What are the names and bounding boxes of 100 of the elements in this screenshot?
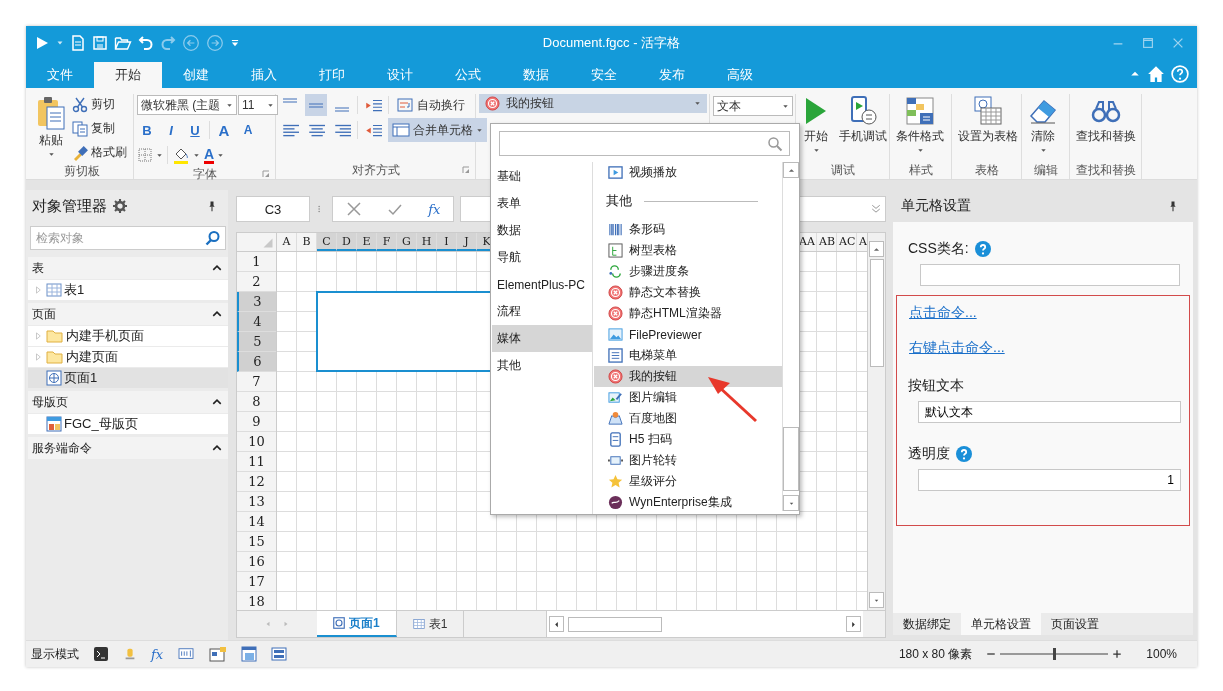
cell-type-item[interactable]: 图片轮转	[594, 450, 782, 471]
cell-type-item[interactable]: 星级评分	[594, 471, 782, 492]
category-item[interactable]: 基础	[492, 163, 592, 190]
text-type-select[interactable]: 文本	[713, 96, 793, 116]
mobile-debug-button[interactable]: 手机调试	[836, 94, 890, 161]
font-family-select[interactable]: 微软雅黑 (主题	[137, 95, 237, 115]
new-document-icon[interactable]	[70, 35, 86, 51]
tree-item[interactable]: 内建页面	[28, 347, 228, 367]
category-item[interactable]: 表单	[492, 190, 592, 217]
text-field[interactable]: 默认文本	[918, 401, 1181, 423]
conditional-format-button[interactable]: 条件格式	[893, 94, 947, 161]
previous-icon[interactable]	[265, 620, 271, 628]
cell-type-item[interactable]: FilePreviewer	[594, 324, 782, 345]
grow-font-button[interactable]: A	[214, 121, 234, 139]
panel-tab[interactable]: 数据绑定	[893, 613, 961, 635]
category-item[interactable]: ElementPlus-PC	[492, 271, 592, 298]
close-icon[interactable]	[1171, 36, 1185, 50]
section-header[interactable]: 页面	[28, 303, 228, 325]
border-button[interactable]	[137, 147, 163, 163]
cell-type-item[interactable]: H5 扫码	[594, 429, 782, 450]
run-button[interactable]: 开始	[799, 94, 833, 161]
window-icon[interactable]	[241, 646, 258, 662]
paste-button[interactable]: 粘贴	[33, 94, 69, 163]
fill-color-button[interactable]	[172, 146, 200, 164]
lamp-icon[interactable]	[123, 646, 137, 662]
panel-tab[interactable]: 单元格设置	[961, 613, 1041, 635]
clear-button[interactable]: 清除	[1025, 94, 1061, 161]
find-replace-button[interactable]: 查找和替换	[1073, 94, 1139, 161]
scroll-up-button[interactable]	[783, 162, 799, 178]
category-item[interactable]: 其他	[492, 352, 592, 379]
cell-type-item[interactable]: 视频播放	[594, 162, 782, 183]
customize-icon[interactable]	[230, 37, 240, 49]
bold-button[interactable]: B	[137, 122, 157, 138]
section-header[interactable]: 母版页	[28, 391, 228, 413]
cell-type-item[interactable]: 电梯菜单	[594, 345, 782, 366]
cell-type-item[interactable]: 我的按钮	[594, 366, 782, 387]
right-click-command-link[interactable]: 右键点击命令...	[909, 339, 1005, 357]
cut-button[interactable]: 剪切	[72, 94, 127, 115]
number-field[interactable]: 1	[918, 469, 1181, 491]
panel-tab[interactable]: 页面设置	[1041, 613, 1109, 635]
list-icon[interactable]	[271, 646, 288, 662]
cell-type-item[interactable]: 树型表格	[594, 240, 782, 261]
save-icon[interactable]	[92, 35, 108, 51]
tree-item[interactable]: FGC_母版页	[28, 414, 228, 434]
cell-type-item[interactable]: 百度地图	[594, 408, 782, 429]
scrollbar-thumb[interactable]	[783, 427, 799, 491]
text-field-icon[interactable]	[177, 647, 196, 661]
italic-button[interactable]: I	[161, 122, 181, 138]
search-field[interactable]	[499, 131, 790, 156]
wrap-text-button[interactable]: 自动换行	[393, 94, 468, 116]
cell-type-item[interactable]: WynEnterprise集成	[594, 492, 782, 513]
back-icon[interactable]	[182, 34, 200, 52]
help-icon[interactable]	[956, 446, 972, 462]
category-item[interactable]: 媒体	[492, 325, 592, 352]
cell-type-item[interactable]: 静态文本替换	[594, 282, 782, 303]
help-icon[interactable]	[974, 241, 991, 257]
forward-icon[interactable]	[206, 34, 224, 52]
font-color-button[interactable]: A	[204, 146, 225, 164]
cell-name-field[interactable]: C3	[236, 196, 310, 222]
tree-item[interactable]: 内建手机页面	[28, 326, 228, 346]
set-as-table-button[interactable]: 设置为表格	[955, 94, 1021, 161]
scroll-up-button[interactable]	[869, 241, 884, 257]
section-header[interactable]: 表	[28, 257, 228, 279]
ribbon-tab[interactable]: 开始	[94, 62, 162, 88]
tree-item[interactable]: 页面1	[28, 368, 228, 388]
cell-type-item[interactable]: 静态HTML渲染器	[594, 303, 782, 324]
click-command-link[interactable]: 点击命令...	[909, 304, 977, 322]
text-field[interactable]	[920, 264, 1180, 286]
terminal-icon[interactable]	[93, 646, 109, 662]
cell-type-item[interactable]: 图片编辑	[594, 387, 782, 408]
underline-button[interactable]: U	[185, 122, 205, 138]
gear-icon[interactable]	[113, 199, 127, 213]
format-painter-button[interactable]: 格式刷	[72, 142, 127, 163]
function-button[interactable]: fx	[151, 646, 164, 662]
insert-function-button[interactable]: fx	[428, 201, 441, 217]
cancel-icon[interactable]	[345, 201, 362, 217]
merge-cells-button[interactable]: 合并单元格	[388, 118, 487, 142]
scroll-left-button[interactable]	[549, 616, 564, 632]
help-icon[interactable]	[1171, 65, 1189, 83]
section-header[interactable]: 服务端命令	[28, 437, 228, 459]
maximize-icon[interactable]	[1141, 36, 1155, 50]
cell-type-item[interactable]: 步骤进度条	[594, 261, 782, 282]
zoom-in-icon[interactable]	[1112, 649, 1123, 659]
copy-button[interactable]: 复制	[72, 118, 127, 139]
sheet-tab[interactable]: 页面1	[317, 611, 397, 637]
shrink-font-button[interactable]: A	[238, 123, 258, 137]
dialog-launcher-icon[interactable]	[262, 170, 270, 178]
dialog-launcher-icon[interactable]	[462, 166, 470, 174]
scroll-down-button[interactable]	[869, 592, 884, 608]
font-size-select[interactable]: 11	[238, 95, 278, 115]
next-icon[interactable]	[283, 620, 289, 628]
search-field[interactable]: 检索对象	[30, 226, 226, 250]
redo-icon[interactable]	[160, 35, 176, 51]
tree-item[interactable]: 表1	[28, 280, 228, 300]
caret-icon[interactable]	[56, 39, 64, 47]
cell-type-item[interactable]: 条形码	[594, 219, 782, 240]
open-folder-icon[interactable]	[114, 35, 132, 51]
scrollbar-thumb[interactable]	[869, 259, 884, 367]
category-item[interactable]: 流程	[492, 298, 592, 325]
cell-type-select[interactable]: 我的按钮	[479, 94, 707, 113]
